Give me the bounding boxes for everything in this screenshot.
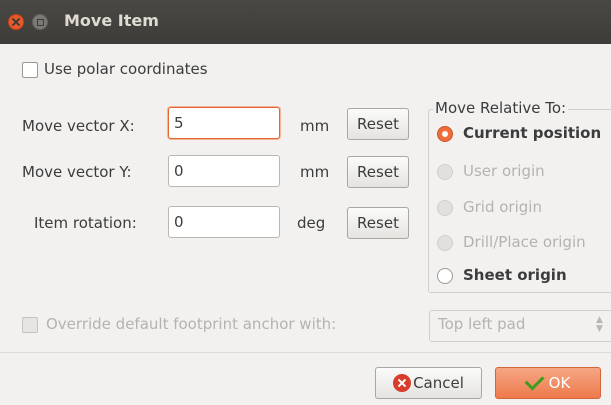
move-vector-x-unit: mm bbox=[300, 117, 330, 135]
item-rotation-input[interactable]: 0 bbox=[168, 206, 280, 238]
minimize-window-icon[interactable] bbox=[32, 14, 48, 30]
move-vector-x-label: Move vector X: bbox=[22, 117, 135, 135]
override-anchor-checkbox bbox=[22, 317, 38, 333]
radio-grid-origin bbox=[437, 200, 453, 216]
polar-coordinates-label[interactable]: Use polar coordinates bbox=[44, 60, 208, 78]
radio-drill-place-origin bbox=[437, 235, 453, 251]
checkmark-icon bbox=[524, 370, 545, 391]
cancel-icon bbox=[393, 374, 412, 392]
ok-button[interactable]: OK bbox=[495, 367, 601, 399]
reset-x-button[interactable]: Reset bbox=[347, 108, 409, 140]
radio-drill-place-origin-label: Drill/Place origin bbox=[463, 233, 586, 251]
radio-current-position[interactable] bbox=[437, 126, 453, 142]
close-window-icon[interactable] bbox=[8, 14, 24, 30]
radio-current-position-label[interactable]: Current position bbox=[463, 124, 601, 142]
separator bbox=[0, 352, 611, 353]
move-vector-x-input[interactable]: 5 bbox=[168, 107, 280, 139]
radio-user-origin bbox=[437, 164, 453, 180]
item-rotation-label: Item rotation: bbox=[34, 214, 137, 232]
override-anchor-label: Override default footprint anchor with: bbox=[46, 315, 337, 333]
ok-button-label: OK bbox=[548, 374, 571, 392]
anchor-select-value: Top left pad bbox=[438, 315, 526, 333]
window-title: Move Item bbox=[64, 11, 159, 30]
radio-sheet-origin-label[interactable]: Sheet origin bbox=[463, 266, 567, 284]
radio-grid-origin-label: Grid origin bbox=[463, 198, 542, 216]
item-rotation-unit: deg bbox=[297, 214, 326, 232]
cancel-button-label: Cancel bbox=[413, 374, 464, 392]
reset-rotation-button[interactable]: Reset bbox=[347, 207, 409, 239]
move-vector-y-input[interactable]: 0 bbox=[168, 155, 280, 187]
polar-coordinates-checkbox[interactable] bbox=[22, 62, 38, 78]
radio-user-origin-label: User origin bbox=[463, 162, 545, 180]
spin-arrows-icon: ▲ ▼ bbox=[596, 315, 603, 334]
cancel-button[interactable]: Cancel bbox=[375, 367, 482, 399]
reset-y-button[interactable]: Reset bbox=[347, 156, 409, 188]
move-relative-to-title: Move Relative To: bbox=[433, 99, 569, 117]
radio-sheet-origin[interactable] bbox=[437, 268, 453, 284]
move-vector-y-label: Move vector Y: bbox=[22, 163, 132, 181]
move-vector-y-unit: mm bbox=[300, 163, 330, 181]
